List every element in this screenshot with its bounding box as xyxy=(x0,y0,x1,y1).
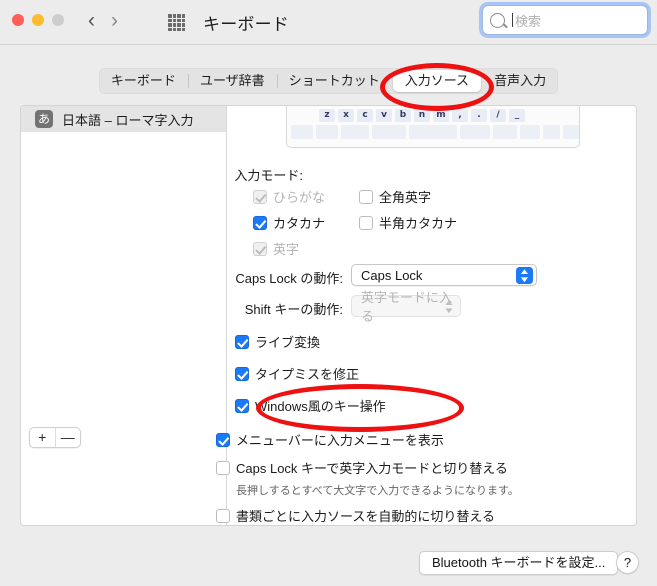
checkbox-label: タイプミスを修正 xyxy=(255,367,360,382)
search-placeholder: 検索 xyxy=(515,13,542,29)
key-v: v xyxy=(376,109,392,122)
close-window-button[interactable] xyxy=(12,14,24,26)
caps-lock-value: Caps Lock xyxy=(361,267,423,283)
checkbox-windows-style-keys[interactable]: Windows風のキー操作 xyxy=(235,396,386,415)
checkbox-label: Windows風のキー操作 xyxy=(255,399,386,414)
key-b: b xyxy=(395,109,411,122)
checkbox-show-input-menu[interactable]: メニューバーに入力メニューを表示 xyxy=(216,430,519,449)
key-slash: / xyxy=(490,109,506,122)
show-all-grid-icon[interactable] xyxy=(168,14,185,31)
zoom-window-button[interactable] xyxy=(52,14,64,26)
checkbox-box xyxy=(235,398,249,413)
key-blank xyxy=(563,125,579,139)
checkbox-box xyxy=(253,215,267,230)
key-underscore: _ xyxy=(509,109,525,122)
checkbox-correct-typos[interactable]: タイプミスを修正 xyxy=(235,364,359,383)
key-c: c xyxy=(357,109,373,122)
checkbox-caps-lock-toggle[interactable]: Caps Lock キーで英字入力モードと切り替える xyxy=(216,458,519,477)
checkbox-hiragana[interactable]: ひらがな xyxy=(253,187,325,206)
checkbox-auto-switch-per-document[interactable]: 書類ごとに入力ソースを自動的に切り替える xyxy=(216,506,519,525)
caps-lock-hint-text: 長押しするとすべて大文字で入力できるようになります。 xyxy=(236,485,519,497)
input-source-label: 日本語 – ローマ字入力 xyxy=(62,112,194,128)
key-blank xyxy=(543,125,560,139)
checkbox-live-conversion[interactable]: ライブ変換 xyxy=(235,332,320,351)
checkbox-label: Caps Lock キーで英字入力モードと切り替える xyxy=(236,461,508,476)
checkbox-box xyxy=(253,241,267,256)
navigation-arrows: ‹ › xyxy=(88,8,118,34)
keyboard-layout-preview: z x c v b n m , . / _ xyxy=(286,106,580,148)
remove-source-button[interactable]: — xyxy=(54,428,81,447)
forward-arrow-icon[interactable]: › xyxy=(111,8,118,34)
checkbox-label: カタカナ xyxy=(273,216,326,231)
key-blank xyxy=(316,125,338,139)
keyboard-preferences-window: ‹ › キーボード 検索 キーボード ユーザ辞書 ショートカット 入力ソース 音… xyxy=(0,0,657,586)
window-titlebar: ‹ › キーボード 検索 xyxy=(0,0,657,45)
caps-lock-label: Caps Lock の動作: xyxy=(235,271,343,286)
text-caret xyxy=(512,13,513,27)
tab-keyboard[interactable]: キーボード xyxy=(99,70,188,92)
key-blank xyxy=(291,125,313,139)
tab-input-sources[interactable]: 入力ソース xyxy=(392,70,482,92)
key-m: m xyxy=(433,109,449,122)
tab-text[interactable]: ユーザ辞書 xyxy=(187,70,277,92)
minimize-window-button[interactable] xyxy=(32,14,44,26)
search-icon xyxy=(490,12,505,28)
help-button[interactable]: ? xyxy=(616,551,639,574)
key-blank xyxy=(341,125,369,139)
tab-dictation[interactable]: 音声入力 xyxy=(482,70,558,92)
tab-bar: キーボード ユーザ辞書 ショートカット 入力ソース 音声入力 xyxy=(0,68,657,94)
input-mode-label: 入力モード: xyxy=(234,168,303,183)
search-field[interactable]: 検索 xyxy=(482,5,648,35)
checkbox-box xyxy=(216,508,230,523)
key-z: z xyxy=(319,109,335,122)
input-source-badge-icon: あ xyxy=(35,110,53,128)
key-space xyxy=(409,125,457,139)
checkbox-label: 英字 xyxy=(273,242,300,257)
global-input-options: メニューバーに入力メニューを表示 Caps Lock キーで英字入力モードと切り… xyxy=(216,430,519,534)
key-blank xyxy=(520,125,540,139)
checkbox-box xyxy=(216,432,230,447)
checkbox-box xyxy=(359,215,373,230)
checkbox-label: 全角英字 xyxy=(379,190,432,205)
checkbox-katakana[interactable]: カタカナ xyxy=(253,213,325,232)
key-blank xyxy=(460,125,490,139)
set-up-bluetooth-keyboard-button[interactable]: Bluetooth キーボードを設定... xyxy=(419,551,619,575)
checkbox-label: ライブ変換 xyxy=(255,335,321,350)
tab-shortcuts[interactable]: ショートカット xyxy=(276,70,392,92)
traffic-lights xyxy=(12,14,64,26)
checkbox-box xyxy=(235,366,249,381)
checkbox-label: ひらがな xyxy=(273,190,326,205)
shift-key-popup[interactable]: 英字モードに入る ▲ ▼ xyxy=(351,290,461,324)
add-source-button[interactable]: + xyxy=(30,428,55,447)
chevron-up-down-icon: ▲ ▼ xyxy=(516,267,533,284)
key-blank xyxy=(493,125,517,139)
key-period: . xyxy=(471,109,487,122)
checkbox-box xyxy=(253,189,267,204)
checkbox-halfwidth-katakana[interactable]: 半角カタカナ xyxy=(359,213,457,232)
add-remove-source-control: + — xyxy=(29,427,81,448)
checkbox-roman[interactable]: 英字 xyxy=(253,239,299,258)
chevron-up-down-icon: ▲ ▼ xyxy=(443,298,455,315)
back-arrow-icon[interactable]: ‹ xyxy=(88,8,95,34)
key-n: n xyxy=(414,109,430,122)
checkbox-label: 半角カタカナ xyxy=(379,216,458,231)
checkbox-box xyxy=(359,189,373,204)
checkbox-fullwidth-roman[interactable]: 全角英字 xyxy=(359,187,431,206)
checkbox-box xyxy=(235,334,249,349)
checkbox-label: メニューバーに入力メニューを表示 xyxy=(236,433,444,448)
shift-key-label: Shift キーの動作: xyxy=(244,302,343,317)
key-x: x xyxy=(338,109,354,122)
checkbox-box xyxy=(216,460,230,475)
page-title: キーボード xyxy=(203,15,289,34)
checkbox-label: 書類ごとに入力ソースを自動的に切り替える xyxy=(236,509,495,524)
key-blank xyxy=(372,125,406,139)
list-item[interactable]: あ 日本語 – ローマ字入力 xyxy=(21,106,226,132)
caps-lock-popup[interactable]: Caps Lock ▲ ▼ xyxy=(351,264,537,286)
key-comma: , xyxy=(452,109,468,122)
